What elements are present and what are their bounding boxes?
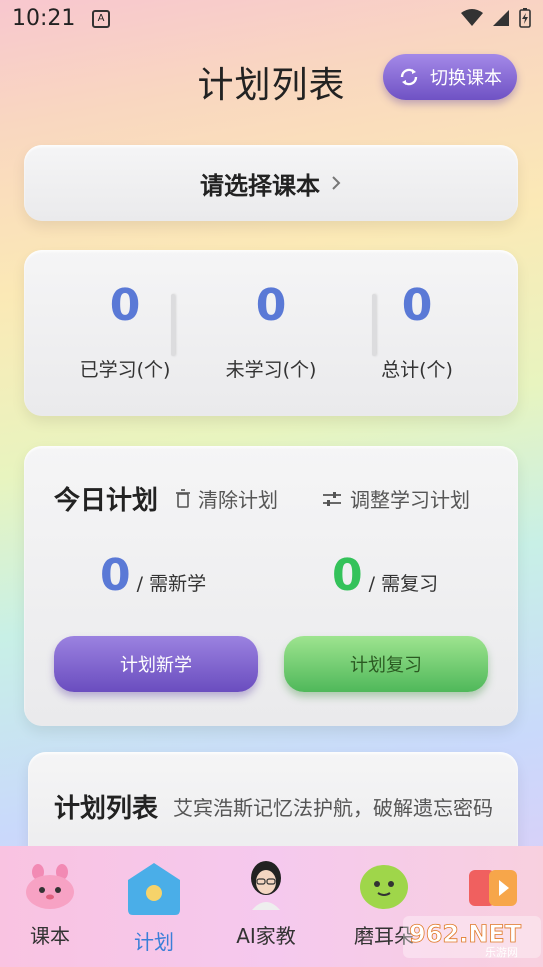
tab-ai-tutor[interactable]: AI家教 xyxy=(212,846,320,967)
video-play-icon xyxy=(469,870,517,906)
plan-review-button[interactable]: 计划复习 xyxy=(284,636,488,692)
select-textbook-label: 请选择课本 xyxy=(200,171,320,200)
tab-label: 计划 xyxy=(134,930,174,954)
select-textbook-card[interactable]: 请选择课本 xyxy=(24,145,518,221)
tab-textbook[interactable]: 课本 xyxy=(0,846,104,967)
tab-label: 课本 xyxy=(30,924,70,948)
system-icons xyxy=(461,8,531,28)
status-time: 10:21 xyxy=(12,6,76,31)
clear-plan-label: 清除计划 xyxy=(198,488,278,512)
stat-unlearned: 0 未学习(个) xyxy=(196,280,346,382)
status-bar: 10:21 A xyxy=(0,0,543,36)
stat-label: 总计(个) xyxy=(381,359,453,381)
need-review-label: / 需复习 xyxy=(368,573,439,595)
green-blob-icon xyxy=(360,865,408,909)
need-new-count: 0 / 需新学 xyxy=(100,550,206,601)
switch-textbook-button[interactable]: 切换课本 xyxy=(383,54,517,100)
refresh-icon xyxy=(400,68,418,86)
stat-label: 已学习(个) xyxy=(79,359,171,381)
trash-icon xyxy=(176,488,190,508)
stat-learned: 0 已学习(个) xyxy=(50,280,200,382)
stat-divider xyxy=(171,294,175,356)
switch-textbook-label: 切换课本 xyxy=(430,68,502,89)
need-review-count: 0 / 需复习 xyxy=(332,550,438,601)
site-watermark-logo: 962.NET 乐游网 xyxy=(403,916,541,959)
stat-value: 0 xyxy=(109,280,141,331)
plan-house-icon xyxy=(128,863,180,915)
svg-text:962.NET: 962.NET xyxy=(409,920,522,948)
today-plan-card: 今日计划 清除计划 调整学习计划 0 / 需新学 0 / 需复习 计划新学 计划… xyxy=(24,446,518,726)
sliders-icon xyxy=(323,491,341,506)
ai-tutor-avatar-icon xyxy=(251,861,281,910)
wifi-icon xyxy=(461,9,483,26)
signal-icon xyxy=(493,10,509,26)
adjust-plan-label: 调整学习计划 xyxy=(350,488,470,512)
need-review-value: 0 xyxy=(332,550,363,601)
pink-bunny-icon xyxy=(26,864,74,909)
stats-card: 0 已学习(个) 0 未学习(个) 0 总计(个) xyxy=(24,250,518,416)
stat-value: 0 xyxy=(255,280,287,331)
plan-new-button[interactable]: 计划新学 xyxy=(54,636,258,692)
notification-a-icon: A xyxy=(92,10,110,28)
plan-list-subtitle: 艾宾浩斯记忆法护航，破解遗忘密码 xyxy=(173,796,493,820)
need-new-label: / 需新学 xyxy=(136,573,207,595)
battery-icon xyxy=(519,8,531,28)
stat-total: 0 总计(个) xyxy=(342,280,492,382)
tab-label: AI家教 xyxy=(236,924,296,948)
today-plan-title: 今日计划 xyxy=(54,486,159,516)
plan-list-title: 计划列表 xyxy=(54,794,159,824)
adjust-plan-button[interactable]: 调整学习计划 xyxy=(322,484,470,513)
clear-plan-button[interactable]: 清除计划 xyxy=(176,484,278,513)
chevron-right-icon xyxy=(332,176,341,190)
stat-value: 0 xyxy=(401,280,433,331)
stat-label: 未学习(个) xyxy=(225,359,317,381)
svg-text:乐游网: 乐游网 xyxy=(485,946,518,959)
tab-plan[interactable]: 计划 xyxy=(100,846,208,967)
need-new-value: 0 xyxy=(100,550,131,601)
